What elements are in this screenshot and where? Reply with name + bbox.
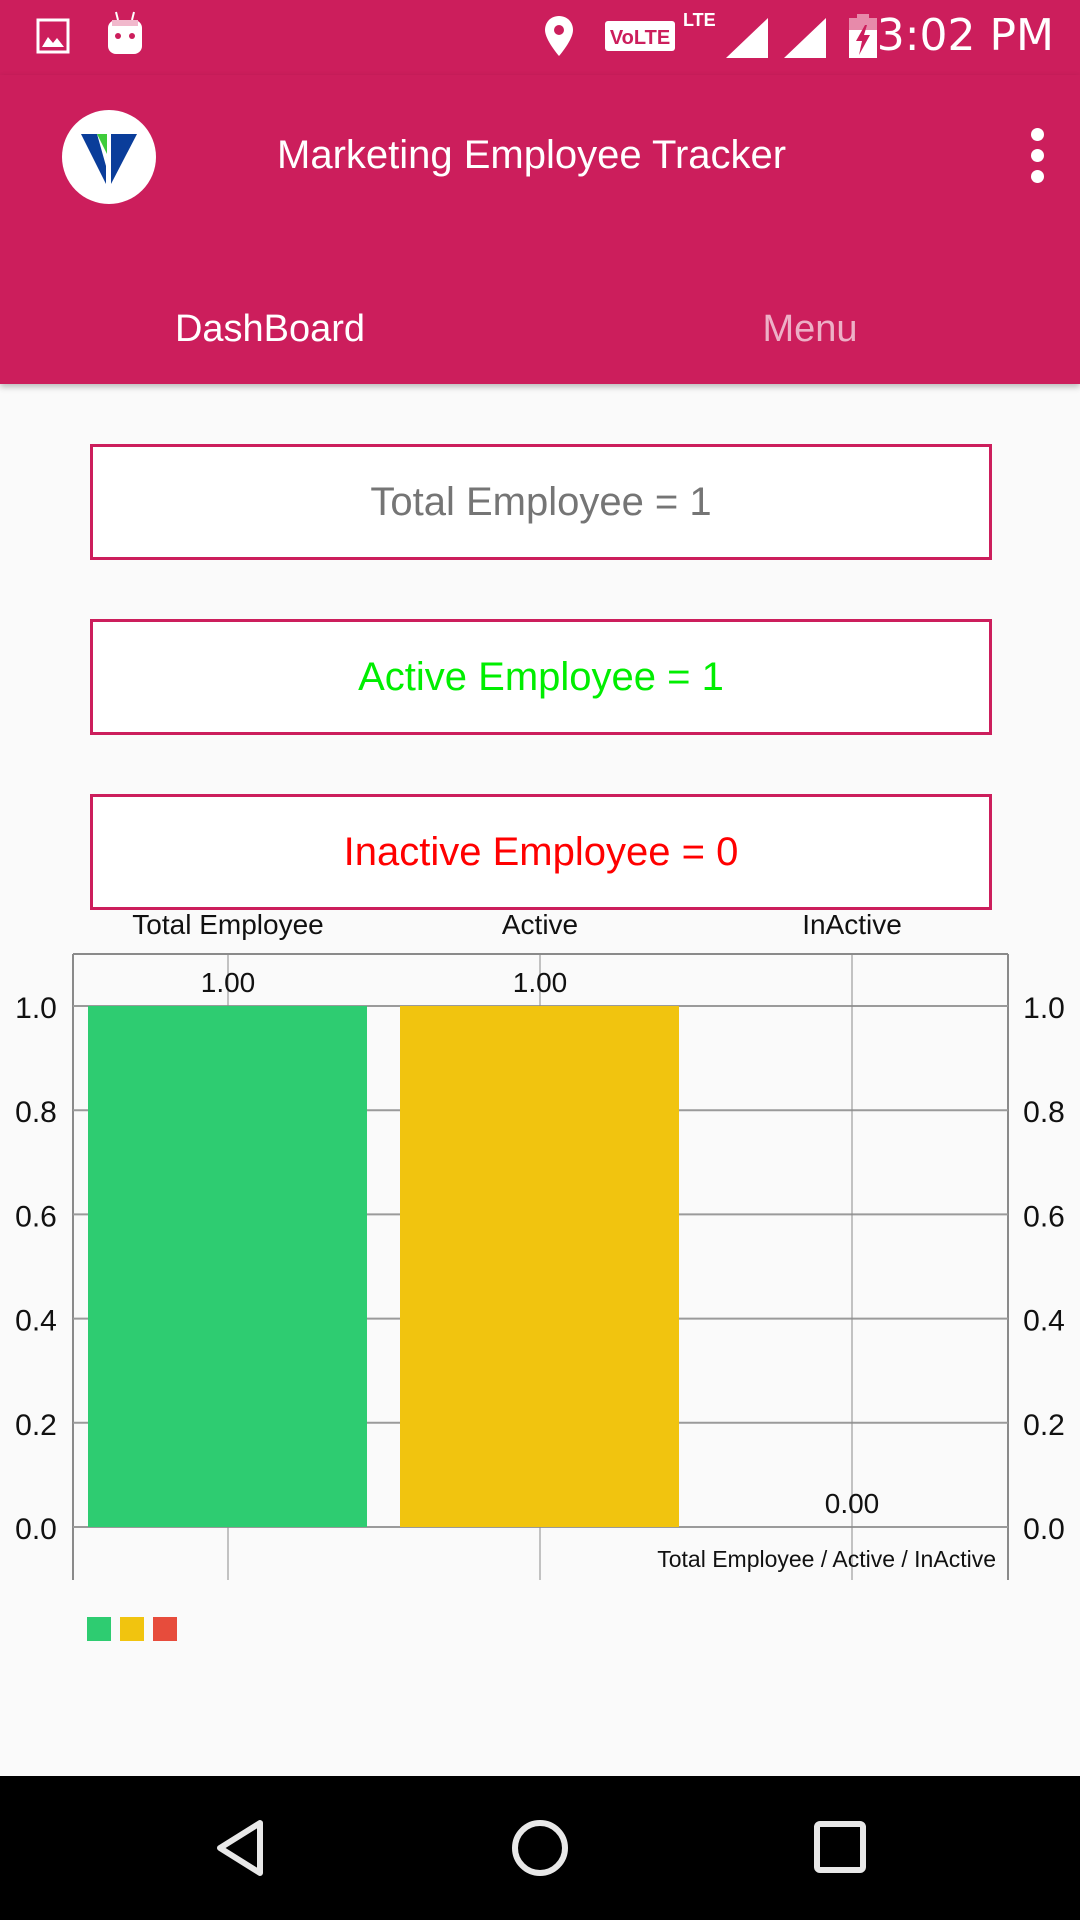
chart-svg: 0.0 0.0 0.2 0.2 0.4 0.4 0.6 0.6 0.8 0.8 1.0 1.0 1.00… xyxy=(15,909,1065,1641)
legend-swatch-inactive xyxy=(153,1617,177,1641)
bar-total-employee xyxy=(88,1006,367,1527)
navigation-bar xyxy=(0,1776,1080,1920)
total-employee-text: Total Employee = 1 xyxy=(370,479,712,524)
volte-icon: VoLTE xyxy=(604,20,676,57)
tab-dashboard[interactable]: DashBoard xyxy=(0,275,540,384)
app-bar: Marketing Employee Tracker DashBoard Men… xyxy=(0,75,1080,384)
back-icon xyxy=(217,1820,263,1876)
app-logo xyxy=(62,110,156,204)
category-label: Total Employee xyxy=(132,909,323,940)
bar-active xyxy=(400,1006,679,1527)
legend-swatch-active xyxy=(120,1617,144,1641)
app-title: Marketing Employee Tracker xyxy=(277,133,787,177)
location-icon xyxy=(542,14,576,63)
inactive-employee-card: Inactive Employee = 0 xyxy=(90,794,992,910)
y-tick-label-right: 0.6 xyxy=(1023,1200,1065,1233)
category-label: Active xyxy=(502,909,578,940)
svg-text:VoLTE: VoLTE xyxy=(610,27,670,49)
y-tick-label-left: 0.8 xyxy=(15,1096,57,1129)
inactive-employee-text: Inactive Employee = 0 xyxy=(343,829,739,874)
y-tick-label-left: 0.0 xyxy=(15,1513,57,1546)
category-label: InActive xyxy=(802,909,902,940)
active-employee-text: Active Employee = 1 xyxy=(358,654,724,699)
android-notification-icon xyxy=(106,10,144,61)
battery-charging-icon xyxy=(848,13,878,64)
tab-bar: DashBoard Menu xyxy=(0,275,1080,384)
active-employee-card: Active Employee = 1 xyxy=(90,619,992,735)
clock: 3:02 PM xyxy=(876,10,1054,61)
recents-icon xyxy=(814,1821,866,1873)
y-tick-label-right: 0.8 xyxy=(1023,1096,1065,1129)
employee-bar-chart: 0.0 0.0 0.2 0.2 0.4 0.4 0.6 0.6 0.8 0.8 1.0 1.0 1.00… xyxy=(0,900,1080,1660)
home-icon xyxy=(512,1820,568,1876)
legend-swatch-total-employee xyxy=(87,1617,111,1641)
tab-menu[interactable]: Menu xyxy=(540,275,1080,384)
home-button[interactable] xyxy=(470,1776,610,1920)
chart-description: Total Employee / Active / InActive xyxy=(657,1546,996,1572)
bar-value-label: 1.00 xyxy=(513,967,568,998)
bar-value-label: 0.00 xyxy=(825,1488,880,1519)
back-button[interactable] xyxy=(170,1776,310,1920)
more-vert-icon[interactable] xyxy=(1022,115,1052,195)
image-notification-icon xyxy=(36,18,72,59)
y-tick-label-left: 0.6 xyxy=(15,1200,57,1233)
signal-icon xyxy=(724,16,770,65)
y-tick-label-left: 1.0 xyxy=(15,992,57,1025)
bar-value-label: 1.00 xyxy=(201,967,256,998)
total-employee-card: Total Employee = 1 xyxy=(90,444,992,560)
y-tick-label-right: 0.2 xyxy=(1023,1409,1065,1442)
y-tick-label-right: 0.0 xyxy=(1023,1513,1065,1546)
recents-button[interactable] xyxy=(770,1776,910,1920)
signal-icon xyxy=(782,16,828,65)
y-tick-label-left: 0.2 xyxy=(15,1409,57,1442)
y-tick-label-left: 0.4 xyxy=(15,1305,57,1338)
status-bar: VoLTE LTE 3:02 PM xyxy=(0,0,1080,75)
logo-mark-icon xyxy=(81,134,137,184)
y-tick-label-right: 1.0 xyxy=(1023,992,1065,1025)
y-tick-label-right: 0.4 xyxy=(1023,1305,1065,1338)
lte-icon: LTE xyxy=(683,10,716,30)
